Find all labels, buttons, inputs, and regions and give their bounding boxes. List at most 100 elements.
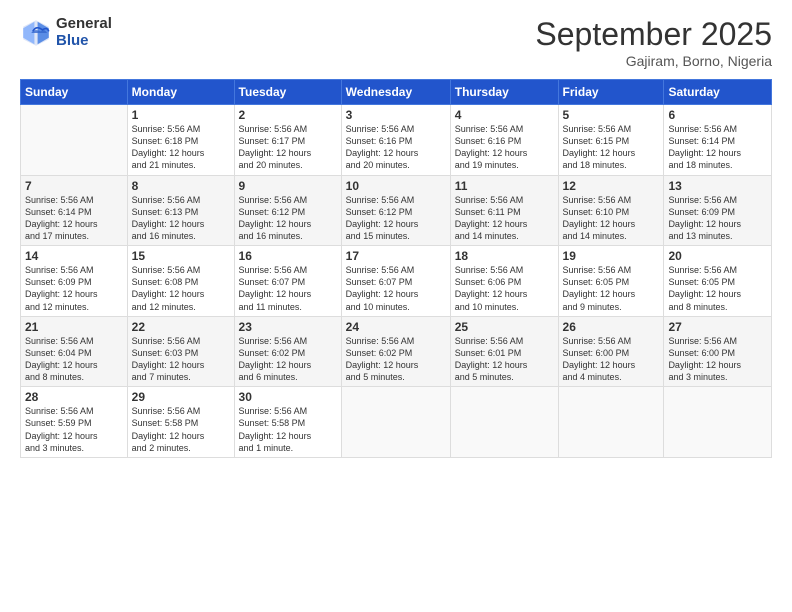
- day-cell: 25Sunrise: 5:56 AM Sunset: 6:01 PM Dayli…: [450, 316, 558, 387]
- day-cell: 15Sunrise: 5:56 AM Sunset: 6:08 PM Dayli…: [127, 246, 234, 317]
- week-row-4: 21Sunrise: 5:56 AM Sunset: 6:04 PM Dayli…: [21, 316, 772, 387]
- day-info: Sunrise: 5:56 AM Sunset: 6:04 PM Dayligh…: [25, 335, 123, 384]
- day-info: Sunrise: 5:56 AM Sunset: 6:14 PM Dayligh…: [25, 194, 123, 243]
- day-info: Sunrise: 5:56 AM Sunset: 6:07 PM Dayligh…: [239, 264, 337, 313]
- day-cell: [450, 387, 558, 458]
- day-cell: 1Sunrise: 5:56 AM Sunset: 6:18 PM Daylig…: [127, 105, 234, 176]
- day-number: 26: [563, 320, 660, 334]
- day-info: Sunrise: 5:56 AM Sunset: 6:03 PM Dayligh…: [132, 335, 230, 384]
- day-info: Sunrise: 5:56 AM Sunset: 5:58 PM Dayligh…: [239, 405, 337, 454]
- day-number: 8: [132, 179, 230, 193]
- day-cell: 14Sunrise: 5:56 AM Sunset: 6:09 PM Dayli…: [21, 246, 128, 317]
- day-cell: [21, 105, 128, 176]
- day-cell: 28Sunrise: 5:56 AM Sunset: 5:59 PM Dayli…: [21, 387, 128, 458]
- day-number: 22: [132, 320, 230, 334]
- week-row-5: 28Sunrise: 5:56 AM Sunset: 5:59 PM Dayli…: [21, 387, 772, 458]
- header-thursday: Thursday: [450, 80, 558, 105]
- day-number: 18: [455, 249, 554, 263]
- day-number: 2: [239, 108, 337, 122]
- day-cell: 6Sunrise: 5:56 AM Sunset: 6:14 PM Daylig…: [664, 105, 772, 176]
- day-cell: [341, 387, 450, 458]
- day-cell: 22Sunrise: 5:56 AM Sunset: 6:03 PM Dayli…: [127, 316, 234, 387]
- day-info: Sunrise: 5:56 AM Sunset: 6:09 PM Dayligh…: [668, 194, 767, 243]
- header-sunday: Sunday: [21, 80, 128, 105]
- day-info: Sunrise: 5:56 AM Sunset: 6:14 PM Dayligh…: [668, 123, 767, 172]
- day-cell: 26Sunrise: 5:56 AM Sunset: 6:00 PM Dayli…: [558, 316, 664, 387]
- day-info: Sunrise: 5:56 AM Sunset: 6:10 PM Dayligh…: [563, 194, 660, 243]
- header-wednesday: Wednesday: [341, 80, 450, 105]
- week-row-1: 1Sunrise: 5:56 AM Sunset: 6:18 PM Daylig…: [21, 105, 772, 176]
- day-info: Sunrise: 5:56 AM Sunset: 5:58 PM Dayligh…: [132, 405, 230, 454]
- day-cell: 18Sunrise: 5:56 AM Sunset: 6:06 PM Dayli…: [450, 246, 558, 317]
- day-cell: 13Sunrise: 5:56 AM Sunset: 6:09 PM Dayli…: [664, 175, 772, 246]
- day-cell: 7Sunrise: 5:56 AM Sunset: 6:14 PM Daylig…: [21, 175, 128, 246]
- day-cell: 4Sunrise: 5:56 AM Sunset: 6:16 PM Daylig…: [450, 105, 558, 176]
- day-info: Sunrise: 5:56 AM Sunset: 6:00 PM Dayligh…: [563, 335, 660, 384]
- day-cell: 21Sunrise: 5:56 AM Sunset: 6:04 PM Dayli…: [21, 316, 128, 387]
- day-number: 10: [346, 179, 446, 193]
- day-cell: 2Sunrise: 5:56 AM Sunset: 6:17 PM Daylig…: [234, 105, 341, 176]
- day-number: 21: [25, 320, 123, 334]
- day-number: 25: [455, 320, 554, 334]
- day-info: Sunrise: 5:56 AM Sunset: 6:15 PM Dayligh…: [563, 123, 660, 172]
- day-info: Sunrise: 5:56 AM Sunset: 6:05 PM Dayligh…: [668, 264, 767, 313]
- day-info: Sunrise: 5:56 AM Sunset: 6:07 PM Dayligh…: [346, 264, 446, 313]
- title-block: September 2025 Gajiram, Borno, Nigeria: [535, 16, 772, 69]
- day-cell: 10Sunrise: 5:56 AM Sunset: 6:12 PM Dayli…: [341, 175, 450, 246]
- day-cell: [558, 387, 664, 458]
- logo-general-text: General: [56, 16, 112, 33]
- day-info: Sunrise: 5:56 AM Sunset: 6:12 PM Dayligh…: [346, 194, 446, 243]
- day-cell: 12Sunrise: 5:56 AM Sunset: 6:10 PM Dayli…: [558, 175, 664, 246]
- day-info: Sunrise: 5:56 AM Sunset: 6:16 PM Dayligh…: [346, 123, 446, 172]
- header-tuesday: Tuesday: [234, 80, 341, 105]
- day-number: 9: [239, 179, 337, 193]
- day-cell: 16Sunrise: 5:56 AM Sunset: 6:07 PM Dayli…: [234, 246, 341, 317]
- day-info: Sunrise: 5:56 AM Sunset: 6:16 PM Dayligh…: [455, 123, 554, 172]
- day-number: 20: [668, 249, 767, 263]
- day-cell: 11Sunrise: 5:56 AM Sunset: 6:11 PM Dayli…: [450, 175, 558, 246]
- day-number: 11: [455, 179, 554, 193]
- day-cell: 17Sunrise: 5:56 AM Sunset: 6:07 PM Dayli…: [341, 246, 450, 317]
- day-info: Sunrise: 5:56 AM Sunset: 6:18 PM Dayligh…: [132, 123, 230, 172]
- day-info: Sunrise: 5:56 AM Sunset: 6:06 PM Dayligh…: [455, 264, 554, 313]
- day-number: 4: [455, 108, 554, 122]
- day-cell: 27Sunrise: 5:56 AM Sunset: 6:00 PM Dayli…: [664, 316, 772, 387]
- day-number: 6: [668, 108, 767, 122]
- logo-blue-text: Blue: [56, 33, 112, 50]
- day-info: Sunrise: 5:56 AM Sunset: 6:02 PM Dayligh…: [346, 335, 446, 384]
- day-info: Sunrise: 5:56 AM Sunset: 5:59 PM Dayligh…: [25, 405, 123, 454]
- day-cell: 19Sunrise: 5:56 AM Sunset: 6:05 PM Dayli…: [558, 246, 664, 317]
- day-info: Sunrise: 5:56 AM Sunset: 6:00 PM Dayligh…: [668, 335, 767, 384]
- day-info: Sunrise: 5:56 AM Sunset: 6:01 PM Dayligh…: [455, 335, 554, 384]
- day-number: 5: [563, 108, 660, 122]
- page: General Blue September 2025 Gajiram, Bor…: [0, 0, 792, 612]
- logo: General Blue: [20, 16, 112, 49]
- day-number: 13: [668, 179, 767, 193]
- header: General Blue September 2025 Gajiram, Bor…: [20, 16, 772, 69]
- day-number: 24: [346, 320, 446, 334]
- header-monday: Monday: [127, 80, 234, 105]
- day-number: 12: [563, 179, 660, 193]
- calendar: Sunday Monday Tuesday Wednesday Thursday…: [20, 79, 772, 458]
- location: Gajiram, Borno, Nigeria: [535, 53, 772, 69]
- day-cell: 3Sunrise: 5:56 AM Sunset: 6:16 PM Daylig…: [341, 105, 450, 176]
- week-row-2: 7Sunrise: 5:56 AM Sunset: 6:14 PM Daylig…: [21, 175, 772, 246]
- day-info: Sunrise: 5:56 AM Sunset: 6:02 PM Dayligh…: [239, 335, 337, 384]
- day-info: Sunrise: 5:56 AM Sunset: 6:13 PM Dayligh…: [132, 194, 230, 243]
- day-number: 15: [132, 249, 230, 263]
- day-cell: 20Sunrise: 5:56 AM Sunset: 6:05 PM Dayli…: [664, 246, 772, 317]
- logo-text: General Blue: [56, 16, 112, 49]
- day-cell: 24Sunrise: 5:56 AM Sunset: 6:02 PM Dayli…: [341, 316, 450, 387]
- header-saturday: Saturday: [664, 80, 772, 105]
- weekday-header-row: Sunday Monday Tuesday Wednesday Thursday…: [21, 80, 772, 105]
- day-cell: 8Sunrise: 5:56 AM Sunset: 6:13 PM Daylig…: [127, 175, 234, 246]
- month-title: September 2025: [535, 16, 772, 53]
- day-info: Sunrise: 5:56 AM Sunset: 6:17 PM Dayligh…: [239, 123, 337, 172]
- day-number: 1: [132, 108, 230, 122]
- day-info: Sunrise: 5:56 AM Sunset: 6:12 PM Dayligh…: [239, 194, 337, 243]
- day-number: 16: [239, 249, 337, 263]
- week-row-3: 14Sunrise: 5:56 AM Sunset: 6:09 PM Dayli…: [21, 246, 772, 317]
- logo-icon: [20, 17, 52, 49]
- day-cell: 5Sunrise: 5:56 AM Sunset: 6:15 PM Daylig…: [558, 105, 664, 176]
- day-cell: [664, 387, 772, 458]
